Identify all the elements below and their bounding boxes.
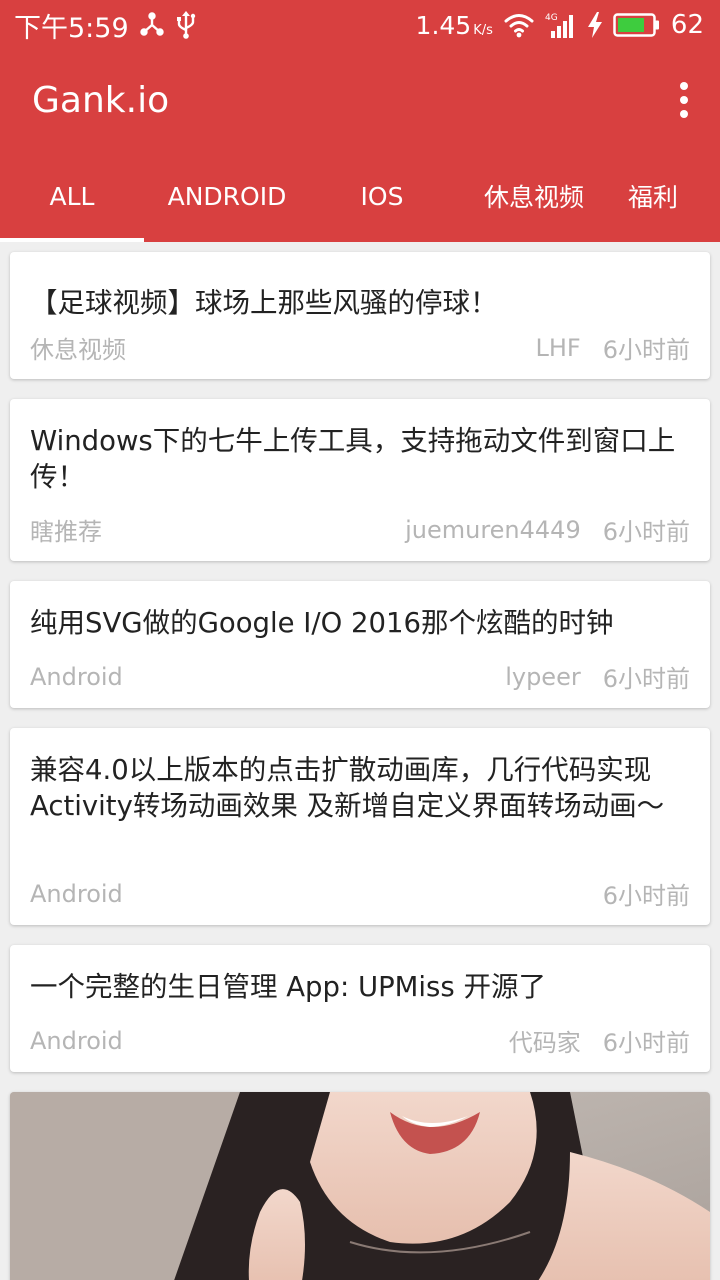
card-title: 纯用SVG做的Google I/O 2016那个炫酷的时钟: [30, 607, 614, 639]
feed-card[interactable]: Windows下的七牛上传工具，支持拖动文件到窗口上传！ 瞎推荐 juemure…: [10, 399, 710, 561]
card-time: 6小时前: [602, 518, 690, 546]
wifi-icon: [503, 12, 535, 38]
status-bar-right: 1.45 K/s 4G 62: [416, 10, 704, 40]
tab-ios-label: IOS: [360, 181, 404, 211]
battery-level: 62: [670, 10, 704, 40]
card-meta: 瞎推荐 juemuren4449 6小时前: [30, 512, 690, 547]
tab-android-label: ANDROID: [167, 181, 287, 211]
card-meta: Android 代码家 6小时前: [30, 1023, 690, 1058]
tab-android[interactable]: ANDROID: [144, 150, 310, 242]
card-meta: Android lypeer 6小时前: [30, 659, 690, 694]
tab-all[interactable]: ALL: [0, 150, 144, 242]
feed-card[interactable]: 纯用SVG做的Google I/O 2016那个炫酷的时钟 Android ly…: [10, 581, 710, 708]
app-root: 下午5:59 1.45 K/s 4G 62 Gank.io ALL ANDROI…: [0, 0, 720, 1280]
card-author: LHF: [535, 333, 581, 362]
signal-icon: 4G: [545, 11, 577, 39]
card-author: juemuren4449: [405, 515, 581, 544]
tab-welfare-label: 福利: [628, 183, 679, 212]
network-speed: 1.45 K/s: [416, 11, 493, 40]
network-speed-unit: K/s: [473, 22, 493, 38]
overflow-menu-icon[interactable]: [670, 78, 698, 122]
card-title: 兼容4.0以上版本的点击扩散动画库，几行代码实现Activity转场动画效果 及…: [30, 754, 665, 822]
tab-all-label: ALL: [49, 181, 95, 211]
photo-card[interactable]: [10, 1092, 710, 1280]
network-type: 4G: [545, 13, 558, 23]
battery-icon: [613, 12, 661, 38]
usb-tether-icon: [139, 12, 165, 38]
status-bar-left: 下午5:59: [14, 6, 197, 45]
tab-ios[interactable]: IOS: [310, 150, 454, 242]
feed-card[interactable]: 一个完整的生日管理 App: UPMiss 开源了 Android 代码家 6小…: [10, 945, 710, 1072]
card-category: 休息视频: [30, 336, 126, 364]
card-time: 6小时前: [602, 336, 690, 364]
feed-list[interactable]: 【足球视频】球场上那些风骚的停球！ 休息视频 LHF 6小时前 Windows下…: [0, 242, 720, 1280]
tab-welfare[interactable]: 福利: [614, 150, 720, 242]
app-toolbar: Gank.io: [0, 50, 720, 150]
tab-rest-video-label: 休息视频: [483, 183, 584, 212]
card-time: 6小时前: [602, 882, 690, 910]
card-title: Windows下的七牛上传工具，支持拖动文件到窗口上传！: [30, 425, 676, 493]
card-meta: Android 6小时前: [30, 876, 690, 911]
status-bar: 下午5:59 1.45 K/s 4G 62: [0, 0, 720, 50]
tab-rest-video[interactable]: 休息视频: [454, 150, 614, 242]
card-category: Android: [30, 879, 123, 908]
feed-card[interactable]: 兼容4.0以上版本的点击扩散动画库，几行代码实现Activity转场动画效果 及…: [10, 728, 710, 925]
card-author: lypeer: [505, 662, 581, 691]
feed-card[interactable]: 【足球视频】球场上那些风骚的停球！ 休息视频 LHF 6小时前: [10, 252, 710, 379]
card-category: 瞎推荐: [30, 518, 102, 546]
card-category: Android: [30, 662, 123, 691]
card-meta: 休息视频 LHF 6小时前: [30, 330, 690, 365]
status-time: 下午5:59: [14, 12, 129, 44]
card-title: 一个完整的生日管理 App: UPMiss 开源了: [30, 971, 546, 1003]
card-time: 6小时前: [602, 665, 690, 693]
app-title: Gank.io: [32, 79, 170, 121]
card-category: Android: [30, 1026, 123, 1055]
category-tabs: ALL ANDROID IOS 休息视频 福利: [0, 150, 720, 242]
usb-icon: [175, 10, 197, 40]
photo-image: [10, 1092, 710, 1280]
card-time: 6小时前: [602, 1029, 690, 1057]
network-speed-value: 1.45: [415, 10, 472, 40]
charging-icon: [587, 11, 603, 39]
card-author: 代码家: [508, 1029, 581, 1057]
card-title: 【足球视频】球场上那些风骚的停球！: [30, 287, 498, 319]
